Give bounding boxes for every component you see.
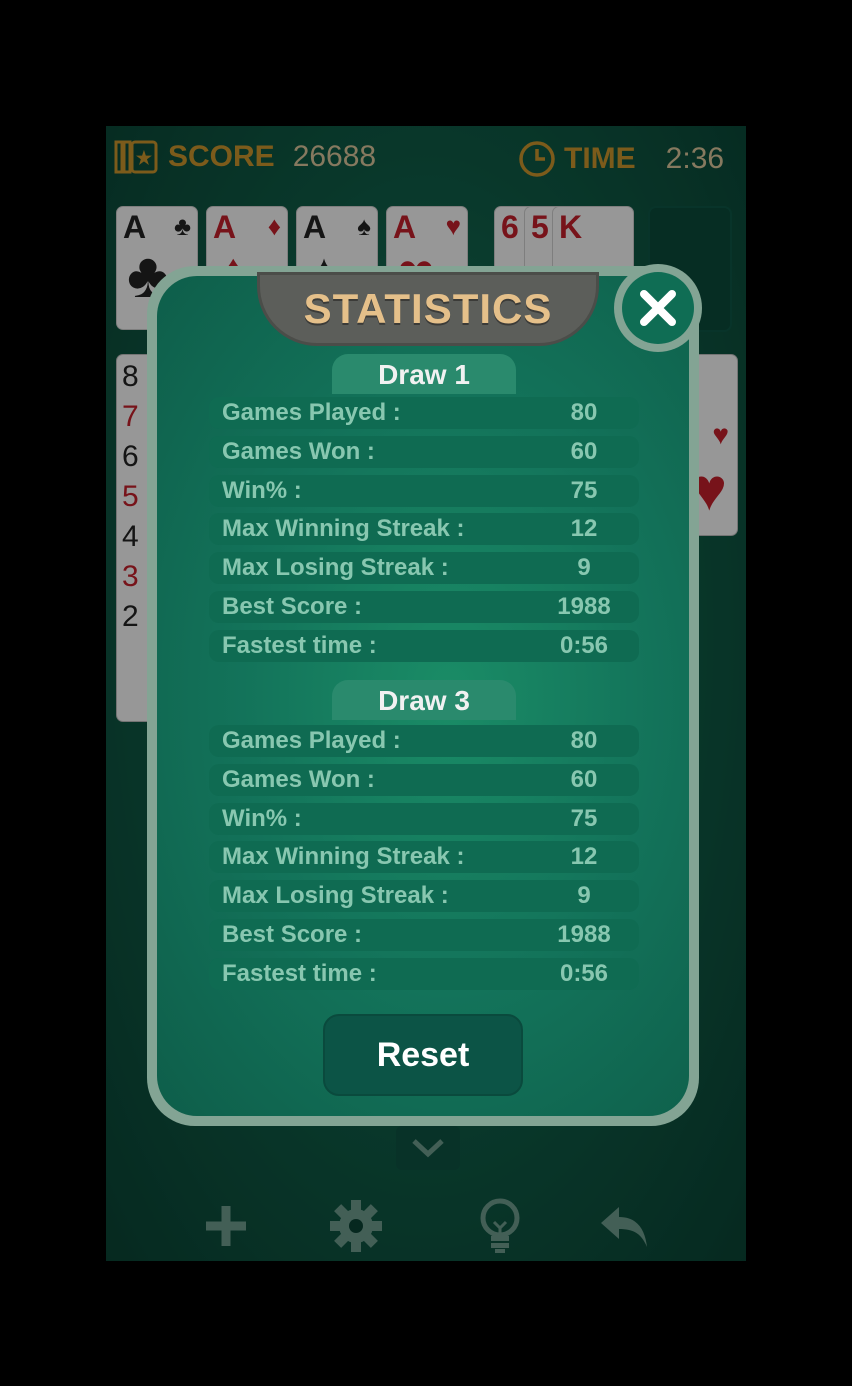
stat-row: Best Score : 1988 [209,919,639,951]
stat-value: 60 [570,766,598,793]
stat-row: Max Losing Streak : 9 [209,880,639,912]
stat-label: Max Winning Streak : [222,515,465,542]
stat-label: Win% : [222,805,302,832]
stat-value: 80 [570,399,598,426]
stat-label: Games Won : [222,438,375,465]
stat-row: Best Score : 1988 [209,591,639,623]
stat-row: Max Losing Streak : 9 [209,552,639,584]
statistics-panel: STATISTICS Draw 1 Games Played : 80 Games… [157,272,689,1116]
stat-label: Fastest time : [222,960,377,987]
stat-label: Best Score : [222,593,363,620]
stat-row: Fastest time : 0:56 [209,630,639,662]
stat-value: 0:56 [559,632,609,659]
stat-label: Max Losing Streak : [222,554,449,581]
stat-label: Games Played : [222,399,401,426]
stat-label: Games Won : [222,766,375,793]
stat-label: Max Winning Streak : [222,843,465,870]
stat-value: 60 [570,438,598,465]
stat-label: Max Losing Streak : [222,882,449,909]
stat-value: 9 [577,882,591,909]
stat-value: 1988 [557,593,611,620]
close-icon [640,290,676,326]
dialog-title: STATISTICS [303,285,553,332]
close-button[interactable] [614,264,702,352]
stat-value: 1988 [557,921,611,948]
stat-label: Games Played : [222,727,401,754]
stat-row: Max Winning Streak : 12 [209,513,639,545]
stat-row: Games Won : 60 [209,764,639,796]
stat-row: Max Winning Streak : 12 [209,841,639,873]
stat-label: Win% : [222,477,302,504]
title-banner: STATISTICS [257,272,599,346]
stat-label: Best Score : [222,921,363,948]
stat-label: Fastest time : [222,632,377,659]
section-heading-draw-3: Draw 3 [332,680,516,720]
stat-value: 80 [570,727,598,754]
stat-value: 12 [570,515,598,542]
stat-row: Games Played : 80 [209,397,639,429]
stat-value: 9 [577,554,591,581]
stat-value: 12 [570,843,598,870]
stat-value: 0:56 [559,960,609,987]
stat-row: Games Won : 60 [209,436,639,468]
stat-value: 75 [570,477,598,504]
statistics-dialog: STATISTICS Draw 1 Games Played : 80 Games… [147,266,699,1126]
section-heading-draw-1: Draw 1 [332,354,516,394]
stat-row: Win% : 75 [209,803,639,835]
stat-row: Games Played : 80 [209,725,639,757]
stat-value: 75 [570,805,598,832]
stat-row: Win% : 75 [209,475,639,507]
reset-button[interactable]: Reset [323,1014,523,1096]
close-button-face[interactable] [622,272,694,344]
stat-row: Fastest time : 0:56 [209,958,639,990]
